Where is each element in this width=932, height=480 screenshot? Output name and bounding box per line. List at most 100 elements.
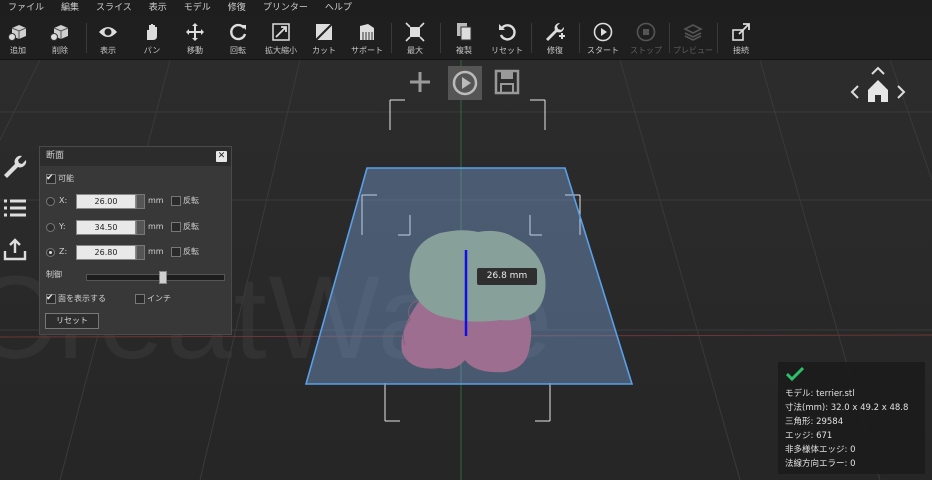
inch-checkbox[interactable]: [135, 294, 145, 304]
hand-icon: [147, 24, 157, 40]
wrench-icon[interactable]: [2, 154, 28, 180]
toolbar: 追加 削除 表示 パン 移動 回転 拡大縮小 カット サポート 最大 複製 リセ…: [0, 17, 932, 60]
stop-button[interactable]: ストップ: [626, 17, 666, 59]
menu-model[interactable]: モデル: [176, 0, 220, 17]
info-model: モデル: terrier.stl: [785, 389, 855, 399]
control-slider[interactable]: [86, 271, 225, 284]
menu-slice[interactable]: スライス: [88, 0, 141, 17]
pan-button[interactable]: パン: [132, 17, 172, 59]
play-view-icon[interactable]: [448, 66, 482, 100]
axis-z-radio[interactable]: [46, 248, 55, 257]
connect-icon: [732, 23, 750, 41]
axis-x-label: X:: [59, 196, 68, 205]
panel-title: 断面: [46, 151, 65, 161]
menu-printer[interactable]: プリンター: [255, 0, 317, 17]
stop-icon: [636, 22, 656, 42]
rotate-button[interactable]: 回転: [218, 17, 258, 59]
add-button[interactable]: 追加: [0, 17, 38, 59]
enable-label: 可能: [58, 174, 74, 183]
axis-z-row: Z: 26.80 mm 反転: [40, 244, 231, 260]
axis-x-spinner[interactable]: [136, 194, 145, 209]
axis-z-label: Z:: [59, 247, 68, 256]
duplicate-icon: [457, 23, 472, 41]
preview-button[interactable]: プレビュー: [673, 17, 713, 59]
move-icon: [186, 23, 204, 41]
axis-z-input[interactable]: 26.80: [76, 245, 136, 260]
section-panel: 断面 ✕ 可能 X: 26.00 mm 反転 Y: 34.50 mm 反転 Z:…: [39, 146, 232, 335]
play-icon: [593, 22, 613, 42]
repair-button[interactable]: 修復: [535, 17, 575, 59]
axis-y-spinner[interactable]: [136, 220, 145, 235]
cube-delete-icon: [50, 25, 69, 41]
axis-x-row: X: 26.00 mm 反転: [40, 193, 231, 209]
axis-x-flip-label: 反転: [183, 196, 199, 205]
axis-x-radio[interactable]: [46, 197, 55, 206]
cut-icon: [315, 23, 333, 41]
start-button[interactable]: スタート: [583, 17, 623, 59]
layers-icon: [683, 24, 703, 41]
enable-row: 可能: [40, 170, 231, 187]
panel-reset-button[interactable]: リセット: [45, 313, 99, 329]
eye-icon: [99, 27, 117, 37]
save-icon[interactable]: [494, 69, 520, 95]
reset-icon: [499, 24, 516, 41]
support-icon: [360, 24, 374, 40]
measure-label: 26.8 mm: [477, 268, 537, 285]
maximize-icon: [405, 22, 425, 42]
control-slider-thumb[interactable]: [159, 271, 168, 284]
menu-bar: ファイル 編集 スライス 表示 モデル 修復 プリンター ヘルプ: [0, 0, 932, 17]
menu-edit[interactable]: 編集: [53, 0, 88, 17]
rotate-icon: [230, 23, 247, 41]
axis-y-radio[interactable]: [46, 223, 55, 232]
scale-button[interactable]: 拡大縮小: [261, 17, 301, 59]
axis-x-flip-checkbox[interactable]: [171, 196, 181, 206]
export-icon[interactable]: [2, 236, 28, 262]
check-icon: [786, 366, 804, 382]
axis-y-flip-label: 反転: [183, 222, 199, 231]
axis-y-label: Y:: [59, 222, 66, 231]
scale-icon: [272, 23, 290, 41]
reset-button[interactable]: リセット: [487, 17, 527, 59]
menu-help[interactable]: ヘルプ: [317, 0, 361, 17]
connect-button[interactable]: 接続: [721, 17, 761, 59]
axis-z-unit: mm: [148, 247, 164, 256]
home-nav-icon[interactable]: [848, 64, 908, 108]
show-face-checkbox[interactable]: [46, 290, 56, 306]
cut-button[interactable]: カット: [304, 17, 344, 59]
repair-icon: [546, 22, 565, 41]
axis-z-flip-label: 反転: [183, 247, 199, 256]
view-button[interactable]: 表示: [88, 17, 128, 59]
options-row: 面を表示する インチ: [40, 290, 231, 307]
cube-add-icon: [8, 25, 27, 41]
list-icon[interactable]: [2, 196, 28, 222]
panel-header: 断面 ✕: [40, 147, 231, 166]
enable-checkbox[interactable]: [46, 170, 56, 186]
model-info-panel: モデル: terrier.stl 寸法(mm): 32.0 x 49.2 x 4…: [778, 362, 925, 474]
move-button[interactable]: 移動: [175, 17, 215, 59]
menu-file[interactable]: ファイル: [0, 0, 53, 17]
control-label: 制御: [46, 270, 62, 279]
axis-x-input[interactable]: 26.00: [76, 194, 136, 209]
info-edges: エッジ: 671: [785, 431, 833, 441]
info-triangles: 三角形: 29584: [785, 417, 844, 427]
support-button[interactable]: サポート: [347, 17, 387, 59]
menu-repair[interactable]: 修復: [220, 0, 255, 17]
axis-x-unit: mm: [148, 196, 164, 205]
duplicate-button[interactable]: 複製: [444, 17, 484, 59]
plus-icon[interactable]: [406, 68, 434, 96]
maximize-button[interactable]: 最大: [395, 17, 435, 59]
axis-z-flip-checkbox[interactable]: [171, 247, 181, 257]
info-normal-errors: 法線方向エラー: 0: [785, 459, 856, 469]
menu-view[interactable]: 表示: [141, 0, 176, 17]
control-row: 制御: [40, 267, 231, 284]
inch-label: インチ: [147, 294, 171, 303]
delete-button[interactable]: 削除: [40, 17, 80, 59]
axis-y-input[interactable]: 34.50: [76, 220, 136, 235]
axis-y-flip-checkbox[interactable]: [171, 222, 181, 232]
close-icon[interactable]: ✕: [216, 151, 227, 162]
info-size: 寸法(mm): 32.0 x 49.2 x 48.8: [785, 403, 909, 413]
show-face-label: 面を表示する: [58, 294, 106, 303]
info-non-manifold: 非多様体エッジ: 0: [785, 445, 856, 455]
axis-z-spinner[interactable]: [136, 245, 145, 260]
axis-y-row: Y: 34.50 mm 反転: [40, 219, 231, 235]
